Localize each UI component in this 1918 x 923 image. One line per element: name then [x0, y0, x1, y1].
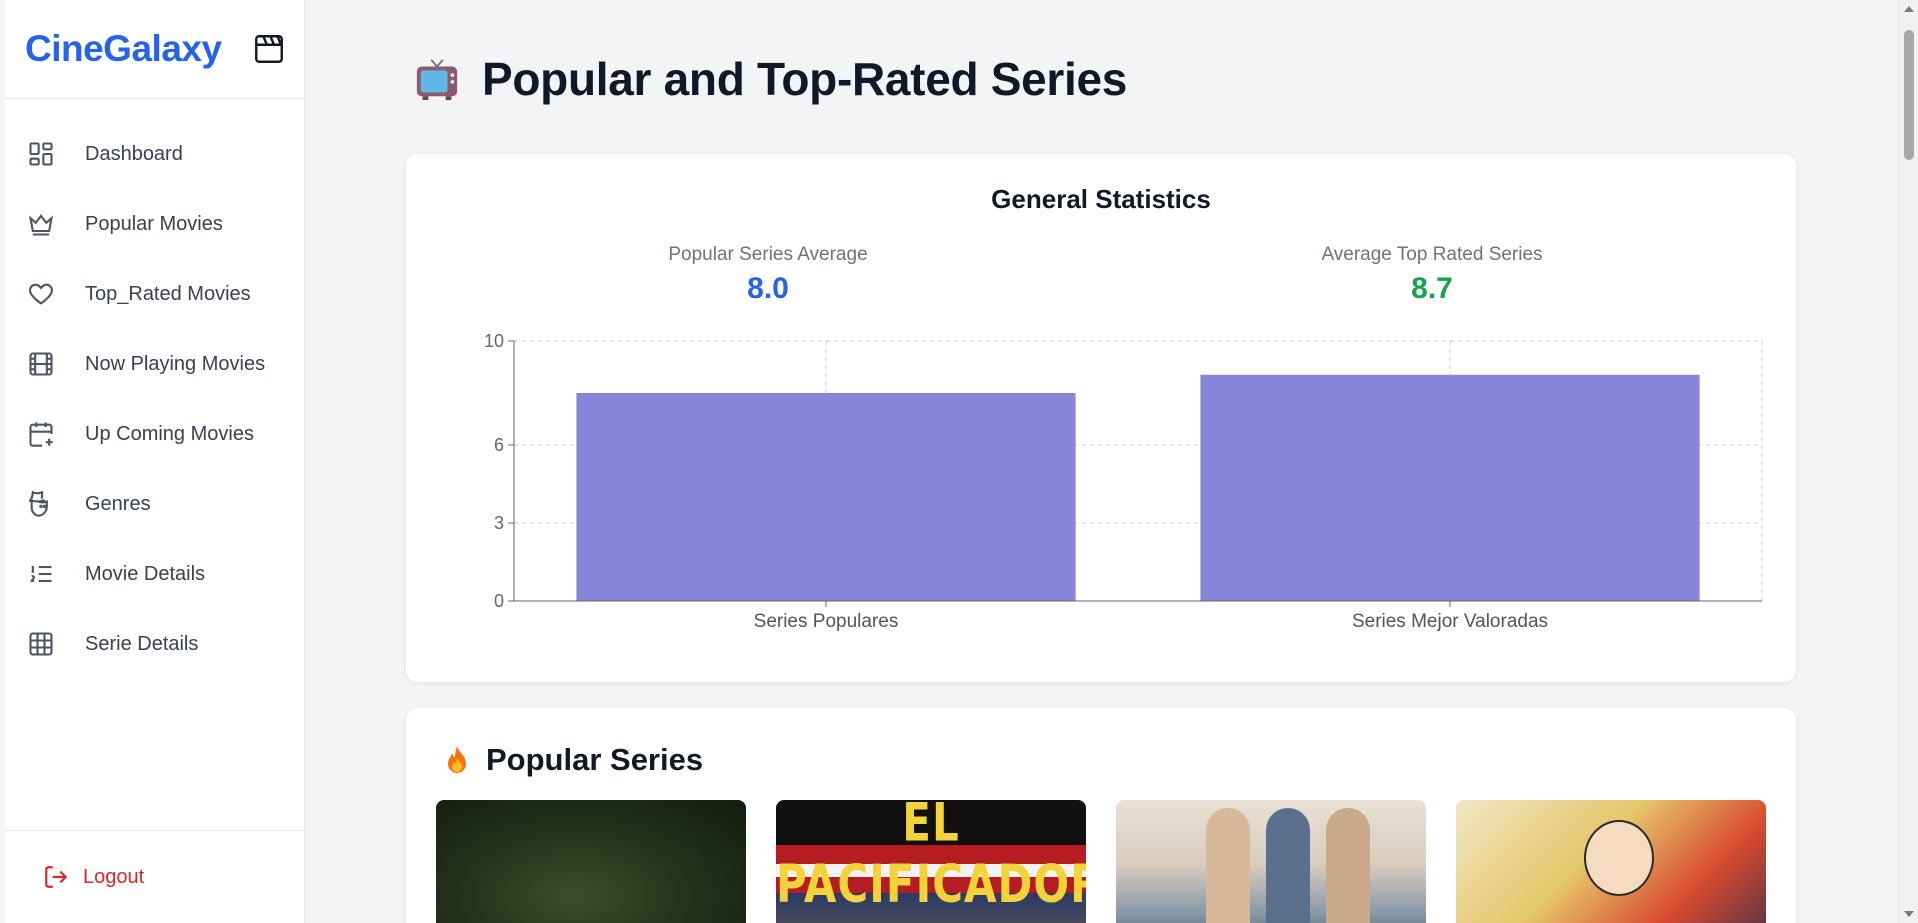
scroll-down-arrow-icon[interactable] — [1904, 911, 1914, 917]
series-poster-card[interactable] — [1456, 800, 1766, 923]
sidebar-item-popular-movies[interactable]: Popular Movies — [5, 189, 304, 259]
poster-row: EL PACIFICADOR — [436, 800, 1766, 923]
series-poster-card[interactable] — [1116, 800, 1426, 923]
poster-figure — [1584, 820, 1654, 896]
y-tick-label: 0 — [494, 591, 504, 611]
popular-series-title: Popular Series — [486, 742, 704, 777]
sidebar-item-dashboard[interactable]: Dashboard — [5, 119, 304, 189]
sidebar-item-label: Popular Movies — [85, 212, 223, 235]
page-scrollbar[interactable] — [1898, 0, 1918, 923]
television-icon — [416, 59, 458, 101]
series-poster-card[interactable] — [436, 800, 746, 923]
theater-masks-icon — [28, 490, 48, 517]
sidebar-item-serie-details[interactable]: Serie Details — [5, 609, 304, 679]
chart-bar — [576, 393, 1076, 601]
sidebar-item-movie-details[interactable]: Movie Details — [5, 539, 304, 609]
y-tick-label: 6 — [494, 435, 504, 455]
series-poster-card[interactable]: EL PACIFICADOR — [776, 800, 1086, 923]
y-tick-label: 10 — [484, 331, 504, 351]
sidebar-item-up-coming-movies[interactable]: Up Coming Movies — [5, 399, 304, 469]
poster-figure — [1266, 808, 1310, 923]
sidebar-item-label: Now Playing Movies — [85, 352, 266, 375]
logout-button[interactable]: Logout — [5, 830, 304, 923]
brand-header: CineGalaxy — [5, 0, 304, 99]
sidebar: CineGalaxy Dashboard Popular Movies Top_… — [5, 0, 305, 923]
top-rated-average-stat: Average Top Rated Series 8.7 — [1232, 244, 1632, 306]
heart-icon — [29, 283, 53, 305]
chart-bar — [1200, 374, 1700, 601]
sidebar-nav: Dashboard Popular Movies Top_Rated Movie… — [5, 99, 304, 830]
top-rated-average-label: Average Top Rated Series — [1321, 244, 1543, 265]
dashboard-icon — [29, 142, 53, 166]
sidebar-item-label: Dashboard — [85, 142, 183, 165]
popular-series-header: Popular Series — [442, 742, 703, 778]
popular-average-value: 8.0 — [747, 272, 789, 305]
sidebar-item-label: Top_Rated Movies — [85, 282, 251, 305]
list-ordered-icon — [30, 565, 52, 583]
statistics-bar-chart: 0 3 6 10 Series Populares Series Mejor Valora… — [484, 331, 1763, 632]
sidebar-item-label: Movie Details — [85, 562, 206, 585]
popular-average-stat: Popular Series Average 8.0 — [568, 244, 968, 306]
page-title: Popular and Top-Rated Series — [482, 53, 1128, 105]
scroll-thumb[interactable] — [1904, 30, 1914, 160]
page-header: Popular and Top-Rated Series — [414, 52, 1127, 106]
poster-figure — [1206, 808, 1250, 923]
grid-icon — [29, 632, 53, 656]
poster-title-text: EL PACIFICADOR — [776, 800, 1086, 915]
sidebar-item-label: Serie Details — [85, 632, 199, 655]
x-tick-label: Series Populares — [754, 611, 899, 632]
top-rated-average-value: 8.7 — [1411, 272, 1453, 305]
stats-title: General Statistics — [991, 184, 1211, 214]
fire-icon — [448, 746, 466, 773]
y-tick-label: 3 — [494, 513, 504, 533]
sidebar-item-genres[interactable]: Genres — [5, 469, 304, 539]
general-statistics-card: General Statistics Popular Series Averag… — [406, 154, 1796, 682]
main-content: Popular and Top-Rated Series General Sta… — [306, 0, 1898, 923]
film-icon — [29, 352, 53, 376]
sidebar-item-label: Genres — [85, 492, 151, 515]
sidebar-item-top-rated-movies[interactable]: Top_Rated Movies — [5, 259, 304, 329]
logout-label: Logout — [83, 865, 145, 888]
crown-icon — [28, 214, 54, 236]
scroll-up-arrow-icon[interactable] — [1904, 6, 1914, 12]
brand-title[interactable]: CineGalaxy — [25, 28, 222, 70]
clapperboard-icon[interactable] — [252, 32, 286, 66]
logout-icon — [45, 866, 68, 888]
calendar-plus-icon — [29, 422, 53, 447]
poster-figure — [1326, 808, 1370, 923]
popular-series-section: Popular Series EL PACIFICADOR — [406, 708, 1796, 923]
sidebar-item-now-playing-movies[interactable]: Now Playing Movies — [5, 329, 304, 399]
sidebar-item-label: Up Coming Movies — [85, 422, 254, 445]
popular-average-label: Popular Series Average — [668, 244, 868, 265]
x-tick-label: Series Mejor Valoradas — [1352, 611, 1548, 632]
